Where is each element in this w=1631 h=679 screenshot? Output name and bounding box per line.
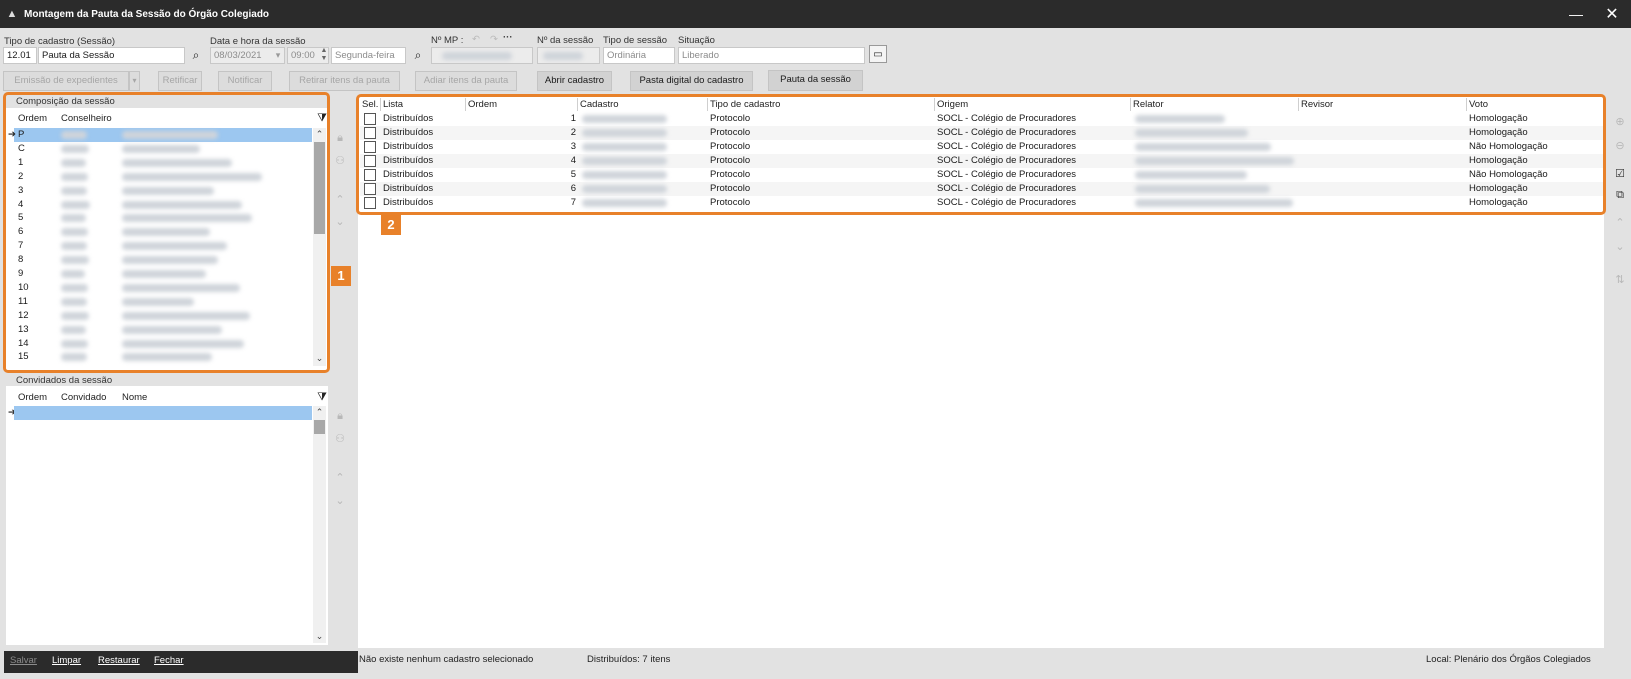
- search-icon[interactable]: ⌕: [188, 47, 204, 64]
- redacted-value: [543, 52, 583, 60]
- nsessao-label: Nº da sessão: [537, 35, 594, 46]
- app-icon: ▲: [6, 8, 18, 20]
- move-down-icon[interactable]: ⌄: [333, 494, 347, 508]
- status-selection: Não existe nenhum cadastro selecionado: [359, 654, 534, 665]
- status-local: Local: Plenário dos Órgãos Colegiados: [1426, 654, 1591, 665]
- convidados-col-ordem: Ordem: [18, 392, 48, 403]
- status-count: Distribuídos: 7 itens: [587, 654, 671, 665]
- sort-icon[interactable]: ⇅: [1613, 273, 1627, 287]
- restaurar-button[interactable]: Restaurar: [98, 655, 140, 666]
- filter-icon[interactable]: ⧩: [314, 389, 330, 406]
- convidados-title: Convidados da sessão: [16, 375, 113, 386]
- remove-user-icon[interactable]: ⚇: [333, 432, 347, 446]
- more-icon[interactable]: ···: [503, 32, 513, 43]
- remove-user-icon[interactable]: ⚇: [333, 154, 347, 168]
- copy-icon[interactable]: ⧉: [1613, 188, 1627, 202]
- salvar-button[interactable]: Salvar: [10, 655, 37, 666]
- emissao-dropdown-icon[interactable]: ▾: [129, 71, 140, 91]
- lock-icon[interactable]: 🔒︎: [333, 409, 347, 423]
- convidados-panel: [6, 386, 328, 645]
- move-up-icon[interactable]: ⌃: [1613, 216, 1627, 230]
- title-bar: ▲ Montagem da Pauta da Sessão do Órgão C…: [0, 0, 1631, 28]
- tipo-sessao-label: Tipo de sessão: [603, 35, 668, 46]
- window-title: Montagem da Pauta da Sessão do Órgão Col…: [24, 8, 270, 20]
- add-icon[interactable]: ⊕: [1613, 115, 1627, 129]
- pasta-digital-button[interactable]: Pasta digital do cadastro: [630, 71, 753, 91]
- badge-1: 1: [331, 266, 351, 286]
- nmp-field: [431, 47, 533, 64]
- redacted-value: [442, 52, 512, 60]
- tipo-sessao-field: Ordinária: [603, 47, 675, 64]
- remove-icon[interactable]: ⊖: [1613, 139, 1627, 153]
- scroll-down-icon[interactable]: ⌄: [313, 630, 326, 642]
- abrir-cadastro-button[interactable]: Abrir cadastro: [537, 71, 612, 91]
- scroll-thumb[interactable]: [314, 420, 325, 434]
- move-up-icon[interactable]: ⌃: [333, 471, 347, 485]
- nsessao-field: [537, 47, 600, 64]
- pauta-sessao-button[interactable]: Pauta da sessão: [768, 70, 863, 91]
- retificar-button[interactable]: Retificar: [158, 71, 202, 91]
- situacao-label: Situação: [678, 35, 715, 46]
- situacao-field: Liberado: [678, 47, 865, 64]
- footer-actions: Salvar Limpar Restaurar Fechar: [4, 651, 358, 673]
- check-copy-icon[interactable]: ☑: [1613, 167, 1627, 181]
- scroll-up-icon[interactable]: ⌃: [313, 406, 326, 418]
- redo-icon: ↷: [490, 34, 498, 45]
- tipo-cadastro-name-field[interactable]: Pauta da Sessão: [38, 47, 185, 64]
- convidados-scrollbar[interactable]: ⌃ ⌄: [313, 406, 326, 643]
- chevron-down-icon[interactable]: ▾: [270, 47, 286, 64]
- undo-icon: ↶: [472, 34, 480, 45]
- move-down-icon[interactable]: ⌄: [1613, 240, 1627, 254]
- tipo-cadastro-label: Tipo de cadastro (Sessão): [4, 36, 116, 47]
- close-button[interactable]: ✕: [1594, 0, 1630, 28]
- limpar-button[interactable]: Limpar: [52, 655, 81, 666]
- convidados-col-convidado: Convidado: [61, 392, 107, 403]
- move-up-icon[interactable]: ⌃: [333, 193, 347, 207]
- minimize-button[interactable]: —: [1558, 0, 1594, 28]
- emissao-expedientes-button[interactable]: Emissão de expedientes: [3, 71, 129, 91]
- adiar-itens-button[interactable]: Adiar itens da pauta: [415, 71, 517, 91]
- tipo-cadastro-code-field[interactable]: 12.01: [3, 47, 37, 64]
- convidados-col-nome: Nome: [122, 392, 148, 403]
- highlight-box-2: [356, 94, 1606, 215]
- retirar-itens-button[interactable]: Retirar itens da pauta: [289, 71, 400, 91]
- highlight-box-1: [3, 92, 330, 373]
- search-icon[interactable]: ⌕: [410, 47, 426, 64]
- dia-semana-field: Segunda-feira: [331, 47, 406, 64]
- data-hora-label: Data e hora da sessão: [210, 36, 306, 47]
- fechar-button[interactable]: Fechar: [154, 655, 184, 666]
- nmp-label: Nº MP :: [431, 35, 464, 46]
- convidados-selected-row[interactable]: [14, 406, 312, 420]
- hora-spinner[interactable]: ▲ ▼: [316, 46, 332, 63]
- folder-icon[interactable]: ▭: [869, 45, 887, 63]
- move-down-icon[interactable]: ⌄: [333, 215, 347, 229]
- badge-2: 2: [381, 215, 401, 235]
- notificar-button[interactable]: Notificar: [218, 71, 272, 91]
- lock-icon[interactable]: 🔒︎: [333, 131, 347, 145]
